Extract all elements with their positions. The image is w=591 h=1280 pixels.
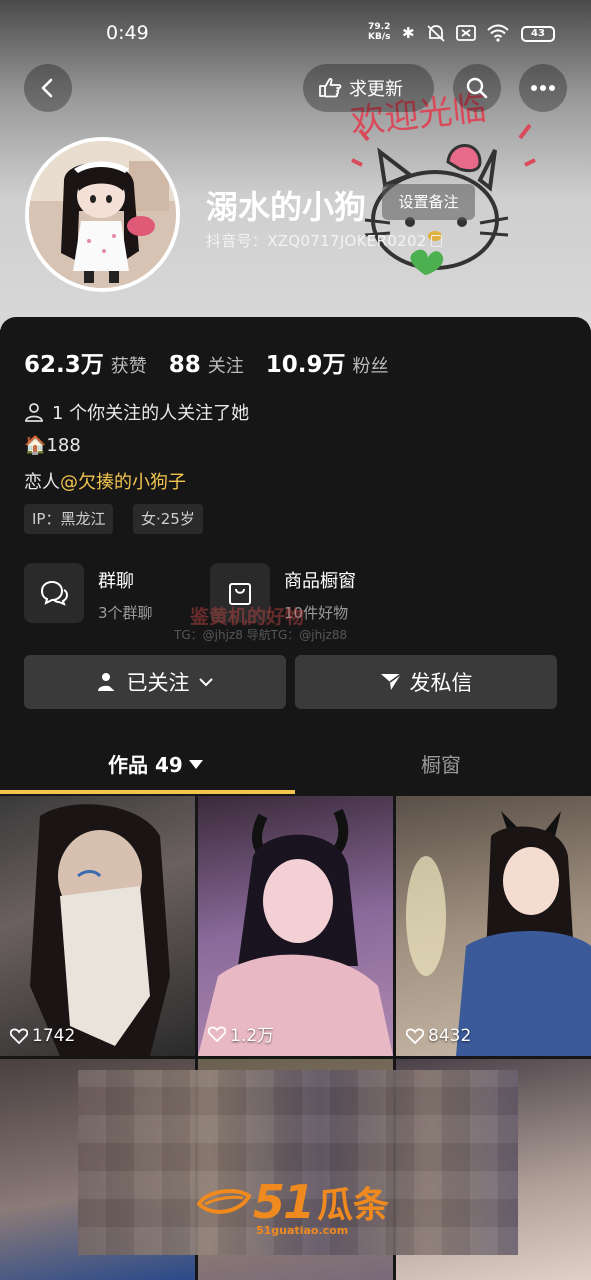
send-message-button[interactable]: 发私信 (295, 655, 557, 709)
group-chat-count: 3个群聊 (98, 604, 153, 622)
net-speed: 79.2 KB/s (368, 22, 391, 42)
stats-row: 62.3万 获赞 88 关注 10.9万 粉丝 (24, 345, 411, 379)
stat-followers[interactable]: 10.9万 粉丝 (266, 345, 389, 379)
video-likes: 8432 (406, 1026, 471, 1046)
bio-line-1: 🏠188 (24, 435, 81, 456)
group-chat-entry[interactable]: 群聊 3个群聊 (24, 563, 153, 623)
chevron-left-icon (41, 78, 53, 98)
watermark-subtext: TG：@jhjz8 导航TG：@jhjz88 (174, 628, 348, 642)
sim-off-icon (456, 25, 476, 41)
person-check-icon (97, 673, 119, 691)
search-button[interactable] (453, 64, 501, 112)
content-tabs: 作品 49 橱窗 (0, 737, 591, 795)
avatar-image (29, 141, 176, 288)
status-time: 0:49 (106, 22, 149, 44)
logo-chinese: 瓜条 (317, 1185, 390, 1226)
mutual-follow-text: 1 个你关注的人关注了她 (52, 403, 250, 424)
caret-down-icon (188, 760, 203, 769)
mutual-follow-row[interactable]: 1 个你关注的人关注了她 (24, 399, 249, 425)
logo-number: 51 (253, 1175, 315, 1229)
bio-line-2: 恋人@欠揍的小狗子 (24, 472, 186, 493)
heart-icon (406, 1028, 424, 1044)
tab-shop-window[interactable]: 橱窗 (421, 749, 461, 778)
status-bar: 0:49 79.2 KB/s ✱ 43 (0, 18, 591, 50)
chevron-down-icon (198, 678, 213, 687)
video-thumbnail[interactable]: 1742 (0, 796, 195, 1056)
douyin-id: 抖音号：XZQ0717JOKER0202 (206, 232, 427, 250)
profile-page: 欢迎光临 0:49 79.2 KB/s ✱ 43 求更新 溺水的小狗 设置备注 … (0, 0, 591, 1280)
douyin-id-row[interactable]: 抖音号：XZQ0717JOKER0202 (206, 230, 442, 251)
watermark-text: 鉴黄机的好物 (190, 606, 305, 628)
mute-bell-icon (427, 25, 445, 42)
stat-likes: 62.3万 获赞 (24, 352, 147, 378)
bluetooth-icon: ✱ (402, 24, 415, 42)
tab-works[interactable]: 作品 49 (108, 749, 203, 778)
avatar[interactable] (25, 137, 180, 292)
heart-icon (208, 1026, 226, 1042)
nickname: 溺水的小狗 (206, 188, 367, 226)
more-button[interactable] (519, 64, 567, 112)
active-tab-indicator (0, 790, 295, 794)
following-button[interactable]: 已关注 (24, 655, 286, 709)
request-update-label: 求更新 (349, 79, 403, 100)
wifi-icon (487, 24, 509, 42)
send-message-label: 发私信 (409, 671, 473, 695)
person-icon (25, 403, 43, 422)
set-remark-button[interactable]: 设置备注 (382, 184, 475, 220)
copy-icon[interactable] (430, 235, 442, 247)
profile-header: 欢迎光临 0:49 79.2 KB/s ✱ 43 求更新 溺水的小狗 设置备注 … (0, 0, 591, 330)
pointing-hand-icon (319, 78, 342, 98)
heart-icon (10, 1028, 28, 1044)
request-update-button[interactable]: 求更新 (303, 64, 434, 112)
video-likes: 1.2万 (208, 1021, 274, 1046)
tag-ip-location: IP：黑龙江 (24, 504, 114, 534)
chat-bubbles-icon (24, 563, 84, 623)
battery-indicator: 43 (521, 26, 555, 42)
search-icon (466, 77, 488, 99)
following-label: 已关注 (126, 671, 190, 695)
tag-gender-age: 女·25岁 (133, 504, 203, 534)
logo-url: 51guatiao.com (256, 1224, 349, 1237)
mention-link[interactable]: @欠揍的小狗子 (60, 472, 186, 493)
melon-logo-icon (196, 1188, 252, 1214)
video-thumbnail[interactable]: 8432 (396, 796, 591, 1056)
more-dots-icon (531, 85, 555, 91)
stat-following[interactable]: 88 关注 (169, 352, 244, 378)
video-thumbnail[interactable]: 1.2万 (198, 796, 393, 1056)
overlay-logo: 51 瓜条 (195, 1175, 389, 1229)
back-button[interactable] (24, 64, 72, 112)
shop-window-title: 商品橱窗 (284, 571, 356, 592)
group-chat-title: 群聊 (98, 571, 134, 592)
send-plane-icon (380, 673, 401, 690)
video-likes: 1742 (10, 1026, 75, 1046)
